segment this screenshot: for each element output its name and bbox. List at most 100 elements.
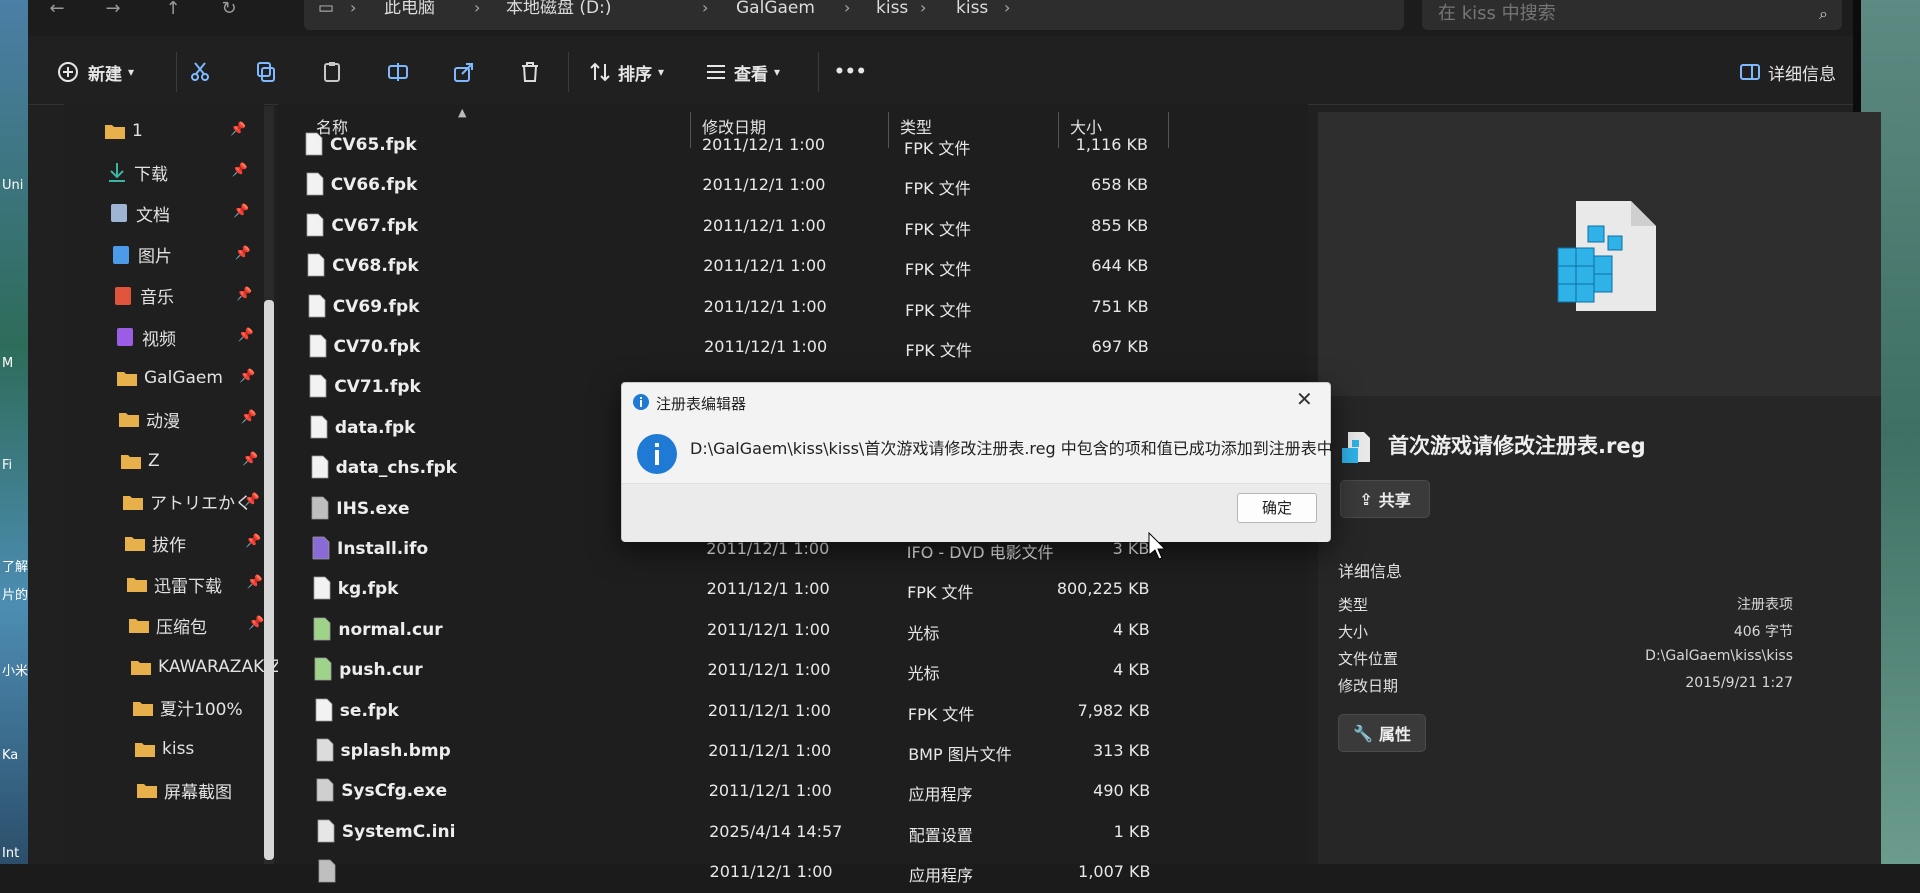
sidebar-item[interactable]: KAWARAZAKIZ [130, 652, 281, 682]
sidebar-item[interactable]: 拔作 [124, 528, 186, 558]
pin-icon[interactable]: 📌 [248, 616, 264, 631]
pin-icon[interactable]: 📌 [245, 534, 261, 549]
paste-button[interactable] [320, 54, 344, 90]
address-bar[interactable]: ▭ › 此电脑 › 本地磁盘 (D:) › GalGaem › kiss › k… [304, 0, 1404, 30]
prop-value: 注册表项 [1737, 597, 1793, 613]
file-row[interactable]: CV69.fpk 2011/12/1 1:00 FPK 文件 751 KB [278, 288, 1308, 328]
sidebar-item-label: 视频 [142, 329, 176, 350]
file-row[interactable]: SystemC.ini 2025/4/14 14:57 配置设置 1 KB [278, 813, 1308, 853]
file-row[interactable]: SysCfg.exe 2011/12/1 1:00 应用程序 490 KB [278, 772, 1308, 812]
download-icon [106, 161, 128, 183]
sidebar-item[interactable]: 视频 [114, 322, 176, 352]
sidebar-item[interactable]: 音乐 [112, 281, 174, 311]
sidebar-item[interactable]: kiss [134, 734, 194, 764]
sidebar-item[interactable]: 迅雷下载 [126, 569, 222, 599]
folder-icon [104, 120, 126, 142]
view-button[interactable]: 查看 ▾ [704, 54, 780, 90]
share-file-button[interactable]: ⇪ 共享 [1340, 480, 1430, 518]
ok-button[interactable]: 确定 [1237, 493, 1317, 523]
music-icon [112, 285, 134, 307]
exe-icon [310, 496, 330, 520]
sort-button[interactable]: 排序 ▾ [588, 54, 664, 90]
file-row[interactable]: kg.fpk 2011/12/1 1:00 FPK 文件 800,225 KB [278, 570, 1308, 610]
cursor-icon [312, 617, 332, 641]
file-row[interactable]: CV66.fpk 2011/12/1 1:00 FPK 文件 658 KB [278, 166, 1308, 206]
folder-icon [132, 697, 154, 719]
file-icon [314, 698, 334, 722]
refresh-button[interactable]: ↻ [214, 0, 244, 30]
file-date: 2011/12/1 1:00 [703, 296, 827, 316]
mouse-cursor-icon [1148, 532, 1166, 560]
sidebar-item[interactable]: 夏汁100% [132, 693, 243, 723]
pin-icon[interactable]: 📌 [244, 493, 260, 508]
forward-button[interactable]: → [98, 0, 128, 30]
pin-icon[interactable]: 📌 [233, 204, 249, 219]
pin-icon[interactable]: 📌 [242, 452, 258, 467]
sidebar-item[interactable]: GalGaem [116, 363, 223, 393]
up-button[interactable]: ↑ [158, 0, 188, 30]
file-type: 光标 [907, 623, 940, 643]
folder-icon [134, 738, 156, 760]
media-icon [311, 536, 331, 560]
sidebar-item[interactable]: 动漫 [118, 404, 180, 434]
file-row[interactable]: splash.bmp 2011/12/1 1:00 BMP 图片文件 313 KB [278, 732, 1308, 772]
more-button[interactable]: ••• [834, 54, 867, 90]
file-name: data_chs.fpk [335, 458, 457, 479]
file-type: FPK 文件 [904, 219, 971, 239]
sidebar-item[interactable]: 1 [104, 116, 143, 146]
sidebar-item[interactable]: 图片 [110, 240, 172, 270]
pin-icon[interactable]: 📌 [232, 163, 248, 178]
new-button[interactable]: 新建 ▾ [56, 54, 134, 90]
settings-exe-icon [315, 778, 335, 802]
breadcrumb-item[interactable]: kiss [876, 0, 908, 17]
sidebar-item-label: 夏汁100% [160, 700, 243, 721]
pin-icon[interactable]: 📌 [230, 122, 246, 137]
close-icon[interactable]: ✕ [1296, 387, 1313, 411]
file-row[interactable]: se.fpk 2011/12/1 1:00 FPK 文件 7,982 KB [278, 692, 1308, 732]
delete-button[interactable] [518, 54, 542, 90]
copy-button[interactable] [254, 54, 278, 90]
search-input[interactable] [1436, 0, 1780, 26]
prop-key: 修改日期 [1338, 677, 1399, 695]
sidebar-item[interactable]: Z [120, 446, 160, 476]
breadcrumb-item[interactable]: 本地磁盘 (D:) [506, 0, 612, 17]
file-name: splash.bmp [340, 741, 451, 761]
folder-icon [136, 779, 158, 801]
breadcrumb-item[interactable]: GalGaem [736, 0, 815, 17]
breadcrumb-item[interactable]: 此电脑 [384, 0, 435, 17]
pin-icon[interactable]: 📌 [247, 575, 263, 590]
sidebar-item[interactable]: 文档 [108, 198, 170, 228]
pin-icon[interactable]: 📌 [241, 410, 257, 425]
sidebar-item-label: Z [148, 450, 160, 471]
sidebar-item[interactable]: 压缩包 [128, 610, 207, 640]
file-date: 2011/12/1 1:00 [703, 256, 827, 276]
file-row[interactable]: CV70.fpk 2011/12/1 1:00 FPK 文件 697 KB [278, 328, 1308, 368]
file-row[interactable]: CV68.fpk 2011/12/1 1:00 FPK 文件 644 KB [278, 247, 1308, 287]
sidebar-item[interactable]: アトリエかく [122, 487, 252, 517]
cut-button[interactable] [188, 54, 212, 90]
sidebar-item[interactable]: 屏幕截图 [136, 775, 232, 805]
share-button[interactable] [452, 54, 476, 90]
search-box[interactable]: ⌕ [1422, 0, 1842, 30]
sidebar-scroll-thumb[interactable] [264, 300, 274, 860]
pin-icon[interactable]: 📌 [236, 287, 252, 302]
pin-icon[interactable]: 📌 [238, 328, 254, 343]
pin-icon[interactable]: 📌 [239, 369, 255, 384]
breadcrumb-item[interactable]: kiss [956, 0, 988, 17]
file-date: 2011/12/1 1:00 [702, 175, 826, 195]
sidebar-item[interactable]: 下载 [106, 157, 168, 187]
sidebar-item-label: KAWARAZAKIZ [158, 656, 281, 677]
file-row[interactable]: CV67.fpk 2011/12/1 1:00 FPK 文件 855 KB [278, 207, 1308, 247]
properties-button[interactable]: 🔧 属性 [1338, 714, 1426, 752]
info-icon [637, 434, 677, 474]
pin-icon[interactable]: 📌 [235, 246, 251, 261]
rename-button[interactable] [386, 54, 410, 90]
details-toggle-button[interactable]: 详细信息 [1738, 54, 1836, 90]
back-button[interactable]: ← [42, 0, 72, 30]
file-row[interactable]: 2011/12/1 1:00 应用程序 1,007 KB [278, 853, 1308, 893]
search-icon[interactable]: ⌕ [1819, 4, 1828, 24]
file-row[interactable]: normal.cur 2011/12/1 1:00 光标 4 KB [278, 611, 1308, 651]
file-row[interactable]: CV65.fpk 2011/12/1 1:00 FPK 文件 1,116 KB [278, 126, 1308, 166]
prop-value: 2015/9/21 1:27 [1685, 675, 1793, 691]
file-row[interactable]: push.cur 2011/12/1 1:00 光标 4 KB [278, 651, 1308, 691]
